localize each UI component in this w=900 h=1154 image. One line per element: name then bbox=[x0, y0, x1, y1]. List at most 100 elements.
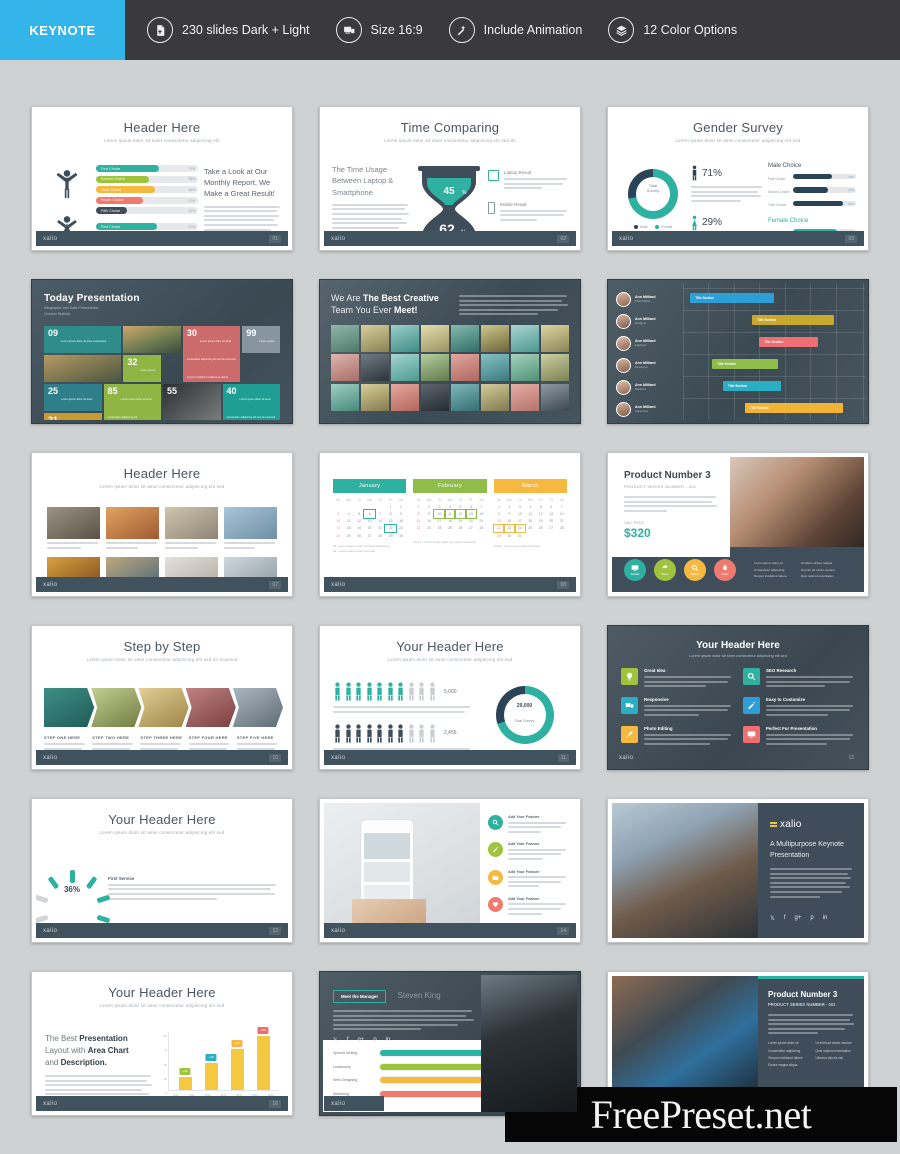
slide-thumb[interactable]: Gender Survey Lorem ipsum dolor sit amet… bbox=[607, 106, 869, 251]
preview-page: KEYNOTE 230 slides Dark + Light Size 16:… bbox=[0, 0, 900, 1154]
pinterest-icon[interactable]: p bbox=[810, 915, 813, 922]
photo-cell[interactable] bbox=[106, 507, 159, 551]
slide-about-presentation[interactable]: xalio A Multipurpose Keynote Presentatio… bbox=[607, 798, 869, 943]
slide-step-by-step[interactable]: Step by Step Lorem ipsum dolor sit amet … bbox=[31, 625, 293, 770]
slide-thumb[interactable]: Add Your Feature Add Your Feature Add Yo… bbox=[319, 798, 581, 943]
google-plus-icon[interactable]: g+ bbox=[795, 915, 802, 922]
twitter-icon[interactable]: 𝕏 bbox=[333, 1037, 338, 1044]
slide-thumb[interactable]: Step by Step Lorem ipsum dolor sit amet … bbox=[31, 625, 293, 770]
team-face bbox=[391, 354, 419, 382]
slide-thumb[interactable]: Your Header Here Lorem ipsum dolor sit a… bbox=[31, 971, 293, 1116]
slide-headline: A Multipurpose Keynote Presentation bbox=[770, 841, 844, 859]
slide-thumb[interactable]: Product Number 3 PRODUCT SERIES NUMBER -… bbox=[607, 452, 869, 597]
photo-cell[interactable] bbox=[47, 507, 100, 551]
person-name: Steven King bbox=[397, 991, 441, 1000]
person-role: Engineer bbox=[635, 343, 647, 347]
slide-mobile-app-features[interactable]: Add Your Feature Add Your Feature Add Yo… bbox=[319, 798, 581, 943]
team-face bbox=[421, 383, 449, 411]
bar-value: 81% bbox=[848, 201, 854, 206]
slide-thumb[interactable]: We Are The Best Creative Team You Ever M… bbox=[319, 279, 581, 424]
avatar bbox=[616, 379, 631, 395]
team-face bbox=[511, 354, 539, 382]
slide-thumb[interactable]: Meet the Manager Steven King 𝕏 f g+ p in… bbox=[319, 971, 581, 1116]
slide-gantt-timeline[interactable]: Ann Milliard Chief Officer Ann Milliard De… bbox=[607, 279, 869, 424]
feature-grid: Great Idea SEO Research Responsive Easy … bbox=[621, 668, 855, 747]
team-face bbox=[541, 383, 569, 411]
slide-creative-team[interactable]: We Are The Best Creative Team You Ever M… bbox=[319, 279, 581, 424]
action-share-button[interactable]: Share bbox=[654, 558, 676, 581]
avatar bbox=[616, 291, 631, 307]
photo-cell[interactable] bbox=[165, 507, 218, 551]
linkedin-icon[interactable]: in bbox=[386, 1037, 391, 1044]
page-title: Gender Survey bbox=[692, 120, 784, 135]
female-icon bbox=[692, 215, 697, 231]
person-photo bbox=[481, 975, 577, 1112]
calendar-grid: Su Mo Tu We Th Fr Sa 1234567 8 9 10 11 12 13 14 15 16… bbox=[416, 497, 484, 531]
stat-tile: 99 Lorem ipsum dolor sit amet consectetu… bbox=[242, 325, 280, 353]
linkedin-icon[interactable]: in bbox=[823, 915, 828, 922]
slide-header-here-bars[interactable]: Header Here Lorem ipsum dolor sit amet c… bbox=[31, 106, 293, 251]
page-title: Today Presentation bbox=[44, 293, 140, 304]
facebook-icon[interactable]: f bbox=[347, 1037, 349, 1044]
action-search-button[interactable]: Search bbox=[684, 558, 706, 581]
slide-thumb[interactable]: xalio A Multipurpose Keynote Presentatio… bbox=[607, 798, 869, 943]
female-percent: 29% bbox=[702, 217, 723, 229]
slide-thumb[interactable]: Time Comparing Lorem ipsum dolor sit ame… bbox=[319, 106, 581, 251]
slide-people-infographic[interactable]: Your Header Here Lorem ipsum dolor sit a… bbox=[319, 625, 581, 770]
slide-gender-survey[interactable]: Gender Survey Lorem ipsum dolor sit amet… bbox=[607, 106, 869, 251]
slide-radial-percent[interactable]: Your Header Here Lorem ipsum dolor sit a… bbox=[31, 798, 293, 943]
google-plus-icon[interactable]: g+ bbox=[358, 1037, 365, 1044]
body-text bbox=[770, 868, 854, 898]
slide-today-presentation[interactable]: Today Presentation Infographic and Data … bbox=[31, 279, 293, 424]
slide-thumb[interactable]: Today Presentation Infographic and Data … bbox=[31, 279, 293, 424]
team-face bbox=[391, 324, 419, 352]
stat-number: 32 bbox=[127, 356, 138, 367]
facebook-icon[interactable]: f bbox=[784, 915, 786, 922]
action-details-button[interactable]: Details bbox=[624, 558, 646, 581]
gantt-chart-area: Title Section Title Section Title Sectio… bbox=[683, 283, 865, 420]
slide-grid: Header Here Lorem ipsum dolor sit amet c… bbox=[0, 60, 900, 1116]
bar-label: First Choice bbox=[101, 224, 121, 229]
step-arrow bbox=[232, 688, 284, 727]
slide-footer: xalio 07 bbox=[36, 577, 288, 592]
slide-time-comparing[interactable]: Time Comparing Lorem ipsum dolor sit ame… bbox=[319, 106, 581, 251]
slide-profile-skills[interactable]: Meet the Manager Steven King 𝕏 f g+ p in… bbox=[319, 971, 581, 1116]
animation-wand-icon bbox=[448, 17, 475, 43]
slide-thumb[interactable]: Your Header Here Lorem ipsum dolor sit a… bbox=[607, 625, 869, 770]
pencil-icon bbox=[488, 842, 503, 858]
team-face bbox=[481, 354, 509, 382]
twitter-icon[interactable]: 𝕏 bbox=[770, 915, 775, 922]
person-icon bbox=[419, 724, 424, 743]
slide-thumb[interactable]: January Su Mo Tu We Th Fr Sa 12 3456789 10 11 12… bbox=[319, 452, 581, 597]
devices-icon bbox=[621, 696, 638, 714]
heart-icon bbox=[488, 896, 503, 912]
product-photo bbox=[730, 457, 864, 557]
feature-size-label: Size 16:9 bbox=[370, 23, 423, 37]
slide-footer: xalio 13 bbox=[36, 923, 288, 938]
slide-thumb[interactable]: Ann Milliard Chief Officer Ann Milliard De… bbox=[607, 279, 869, 424]
equals-mark-icon bbox=[770, 822, 777, 827]
slide-thumb[interactable]: Header Here Lorem ipsum dolor sit amet c… bbox=[31, 106, 293, 251]
slide-calendar-months[interactable]: January Su Mo Tu We Th Fr Sa 12 3456789 10 11 12… bbox=[319, 452, 581, 597]
bar-row: Third Choice 81% bbox=[768, 200, 856, 210]
calendar-note: 06 - Lorem ipsum dolor sit amet adipisci… bbox=[333, 544, 390, 553]
slide-area-chart[interactable]: Your Header Here Lorem ipsum dolor sit a… bbox=[31, 971, 293, 1116]
team-face bbox=[391, 383, 419, 411]
slide-product-number-3[interactable]: Product Number 3 PRODUCT SERIES NUMBER -… bbox=[607, 452, 869, 597]
person-icon bbox=[366, 682, 372, 701]
slide-photo-gallery[interactable]: Header Here Lorem ipsum dolor sit amet c… bbox=[31, 452, 293, 597]
pinterest-icon[interactable]: p bbox=[373, 1037, 376, 1044]
male-percent: 71% bbox=[702, 167, 723, 179]
slide-feature-icons-dark[interactable]: Your Header Here Lorem ipsum dolor sit a… bbox=[607, 625, 869, 770]
slide-thumb[interactable]: Your Header Here Lorem ipsum dolor sit a… bbox=[319, 625, 581, 770]
person-icon bbox=[377, 682, 382, 701]
brand-label: KEYNOTE bbox=[29, 22, 96, 38]
person-icon bbox=[398, 682, 403, 701]
action-order-button[interactable]: Order bbox=[714, 558, 736, 581]
photo-cell[interactable] bbox=[224, 507, 277, 551]
slide-thumb[interactable]: Header Here Lorem ipsum dolor sit amet c… bbox=[31, 452, 293, 597]
footer-logo: xalio bbox=[331, 235, 346, 242]
slide-thumb[interactable]: Your Header Here Lorem ipsum dolor sit a… bbox=[31, 798, 293, 943]
calendar-january: January Su Mo Tu We Th Fr Sa 12 3456789 10 11 12… bbox=[333, 479, 407, 554]
price-label: ONLY PRICE bbox=[624, 520, 645, 525]
